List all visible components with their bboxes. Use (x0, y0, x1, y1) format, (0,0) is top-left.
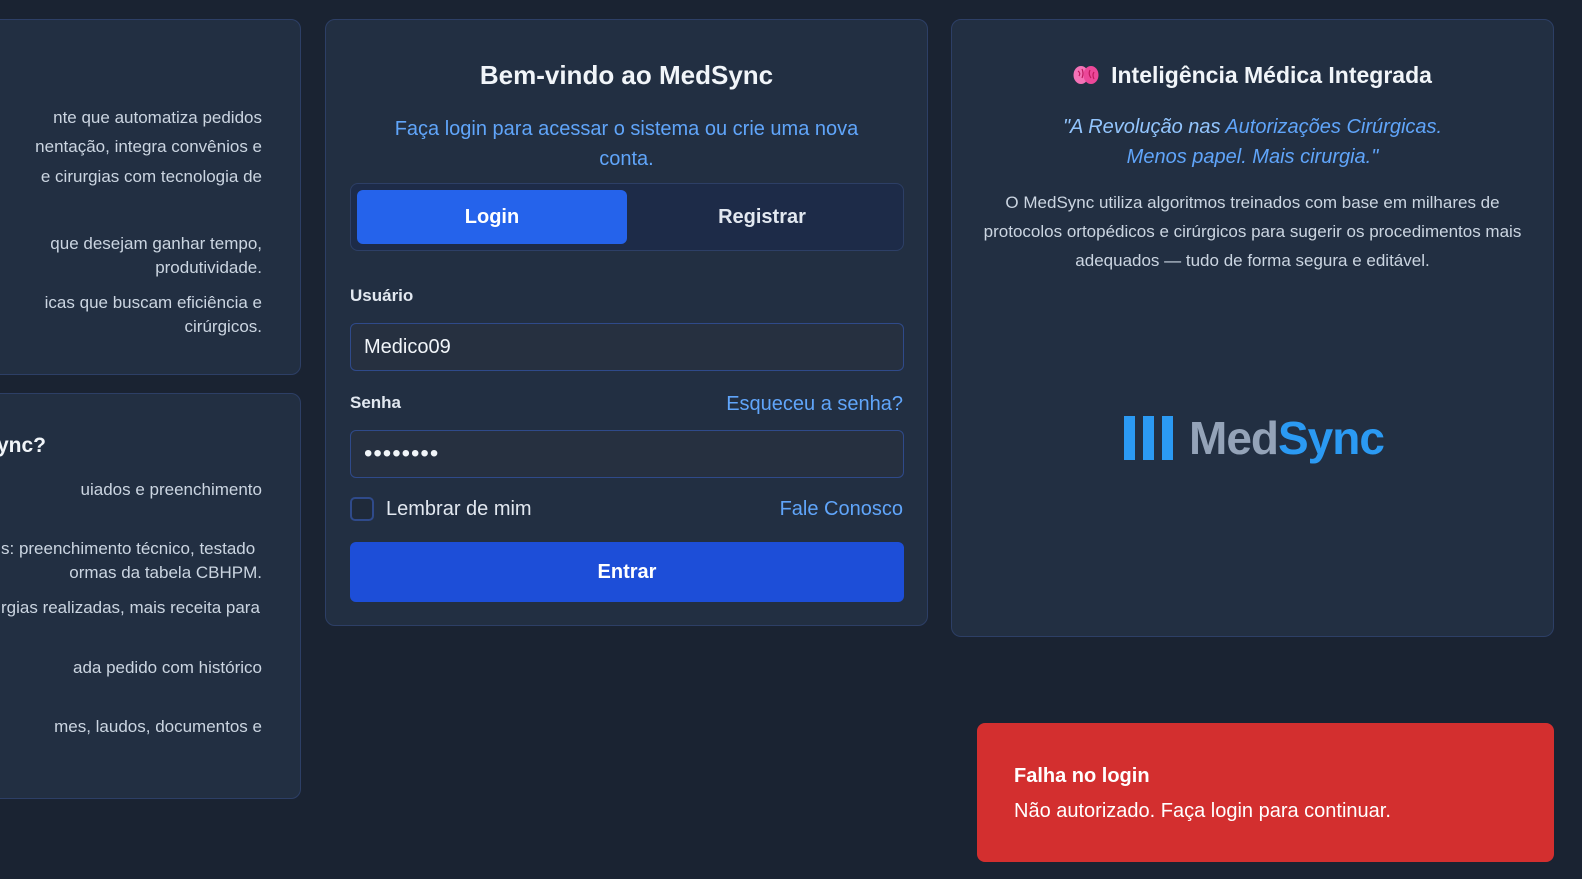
logo-wordmark: MedSync (1189, 411, 1385, 465)
ai-description: O MedSync utiliza algoritmos treinados c… (983, 193, 1522, 270)
logo-med: Med (1189, 412, 1279, 464)
quote-prefix: "A Revolução nas (1062, 116, 1226, 138)
remember-label: Lembrar de mim (386, 498, 532, 520)
password-input[interactable] (350, 430, 904, 478)
why-line: rgias realizadas, mais receita para (1, 598, 260, 617)
username-label: Usuário (350, 286, 414, 305)
login-submit-button[interactable]: Entrar (350, 542, 904, 602)
quote-highlight: Autorizações Cirúrgicas. (1225, 116, 1443, 138)
ai-title-row: Inteligência Médica Integrada (952, 62, 1553, 89)
ai-quote: "A Revolução nas Autorizações Cirúrgicas… (1012, 112, 1493, 172)
about-line: e cirurgias com tecnologia de (40, 167, 262, 186)
password-label: Senha (350, 393, 402, 412)
toast-message: Não autorizado. Faça login para continua… (1014, 800, 1391, 822)
about-line: nte que automatiza pedidos (53, 108, 262, 127)
quote-line2: Menos papel. Mais cirurgia." (1126, 146, 1379, 168)
about-card: nte que automatiza pedidos nentação, int… (0, 19, 301, 375)
medsync-logo: MedSync (1124, 408, 1385, 468)
login-card: Bem-vindo ao MedSync Faça login para ace… (325, 19, 928, 626)
ai-card: Inteligência Médica Integrada "A Revoluç… (951, 19, 1554, 637)
auth-tabs: Login Registrar (350, 183, 904, 251)
tab-login[interactable]: Login (357, 190, 627, 244)
logo-bars-icon (1124, 416, 1173, 460)
about-line: nentação, integra convênios e (35, 137, 262, 156)
why-line: s: preenchimento técnico, testado (1, 539, 256, 558)
why-line: mes, laudos, documentos e (54, 717, 262, 736)
contact-link[interactable]: Fale Conosco (780, 498, 903, 521)
why-line: uiados e preenchimento (80, 480, 262, 499)
login-subtitle: Faça login para acessar o sistema ou cri… (394, 118, 859, 170)
tab-register[interactable]: Registrar (627, 190, 897, 244)
why-card: ync? uiados e preenchimento s: preenchim… (0, 393, 301, 799)
username-input[interactable] (350, 323, 904, 371)
forgot-password-link[interactable]: Esqueceu a senha? (726, 393, 903, 416)
why-line: ada pedido com histórico (72, 658, 262, 677)
error-toast[interactable]: Falha no login Não autorizado. Faça logi… (977, 723, 1554, 862)
why-title: ync? (0, 434, 46, 457)
logo-sync: Sync (1278, 412, 1385, 464)
about-line: cirúrgicos. (184, 317, 262, 336)
about-line: que desejam ganhar tempo, (50, 234, 262, 253)
brain-icon (1073, 66, 1099, 84)
about-line: produtividade. (155, 258, 262, 277)
remember-checkbox[interactable] (350, 497, 374, 521)
about-line: icas que buscam eficiência e (44, 293, 262, 312)
toast-title: Falha no login (1014, 765, 1150, 787)
login-title: Bem-vindo ao MedSync (479, 60, 774, 90)
ai-title: Inteligência Médica Integrada (1111, 62, 1432, 88)
why-line: ormas da tabela CBHPM. (69, 563, 262, 582)
